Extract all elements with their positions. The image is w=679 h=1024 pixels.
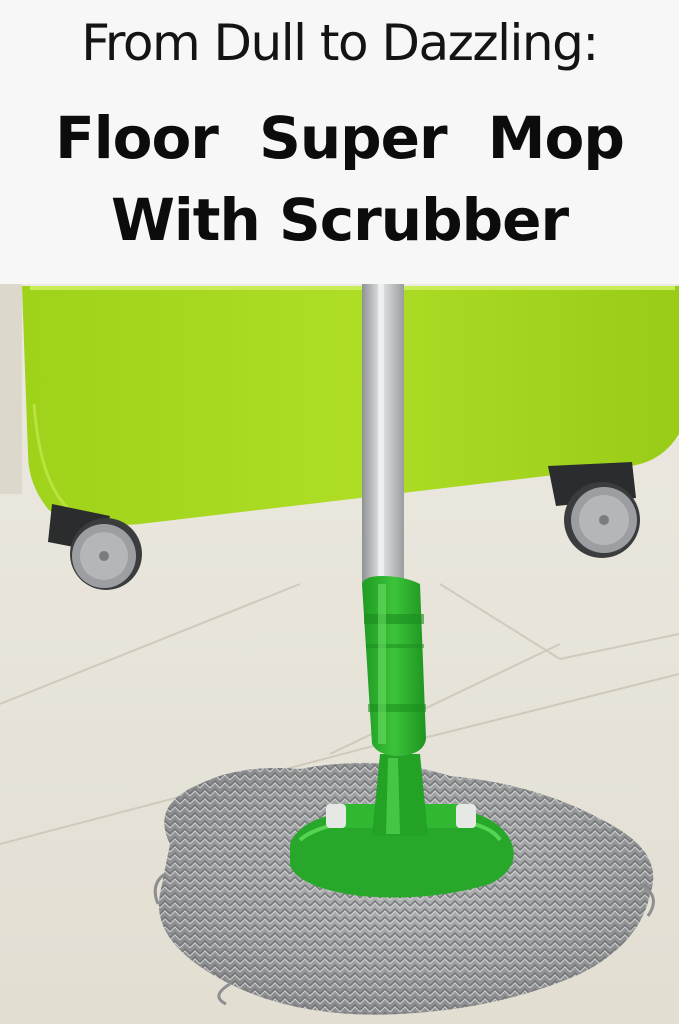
banner-title-line-1: Floor Super Mop <box>55 104 625 172</box>
mop-photo-illustration <box>0 284 679 1024</box>
banner-subtitle: From Dull to Dazzling: <box>81 14 599 72</box>
product-photo <box>0 284 679 1024</box>
banner-title-line-2: With Scrubber <box>110 186 569 254</box>
title-banner: From Dull to Dazzling: Floor Super Mop W… <box>0 0 679 284</box>
